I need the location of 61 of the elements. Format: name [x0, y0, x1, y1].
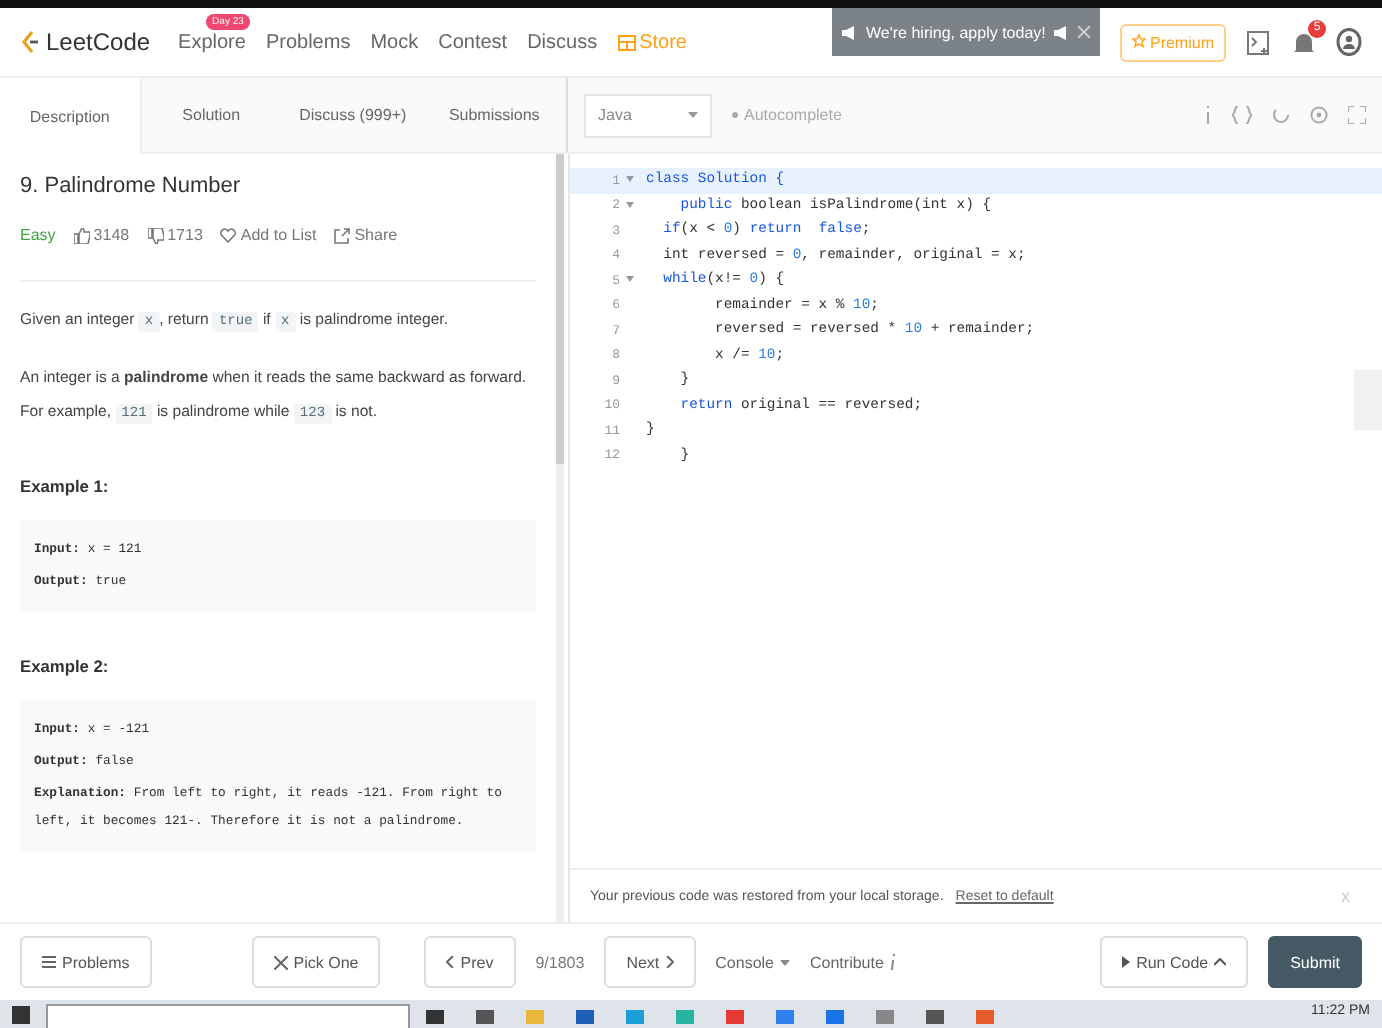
- caret-icon: [688, 112, 698, 118]
- submit-button[interactable]: Submit: [1268, 936, 1362, 988]
- chevron-right-icon: [665, 956, 674, 968]
- logo-icon: [20, 30, 40, 54]
- heart-icon: [220, 227, 237, 243]
- megaphone-icon: [842, 25, 858, 39]
- next-button[interactable]: Next: [604, 936, 696, 988]
- dislike-button[interactable]: 1713: [147, 226, 203, 244]
- language-select[interactable]: Java: [584, 93, 712, 137]
- caret-icon: [780, 959, 790, 965]
- shuffle-icon: [273, 955, 288, 969]
- nav-link[interactable]: Problems: [265, 31, 351, 53]
- tab[interactable]: Description: [0, 78, 142, 154]
- add-to-list-button[interactable]: Add to List: [220, 226, 317, 244]
- thumbs-down-icon: [147, 227, 164, 243]
- megaphone-icon: [1053, 25, 1070, 39]
- chevron-up-icon: [1214, 958, 1227, 966]
- nav-link[interactable]: Discuss: [527, 31, 598, 53]
- braces-icon[interactable]: [1232, 106, 1252, 124]
- bell-icon[interactable]: [1292, 29, 1316, 55]
- settings-icon[interactable]: [1310, 106, 1328, 124]
- reset-icon[interactable]: [1272, 106, 1290, 124]
- problem-title: 9. Palindrome Number: [20, 174, 243, 198]
- pick-one-button[interactable]: Pick One: [251, 936, 381, 988]
- menu-icon: [42, 956, 56, 968]
- nav-link[interactable]: Mock: [370, 31, 419, 53]
- like-button[interactable]: 3148: [73, 226, 130, 244]
- tab[interactable]: Discuss (999+): [283, 78, 425, 152]
- share-icon: [334, 227, 351, 243]
- tab[interactable]: Submissions: [424, 78, 566, 152]
- nav-link[interactable]: Contest: [438, 31, 508, 53]
- problem-position: 9/1803: [535, 953, 585, 971]
- difficulty-label: Easy: [20, 226, 56, 244]
- example-heading: Example 1:: [20, 476, 111, 496]
- star-icon: [1131, 33, 1146, 47]
- close-icon: [1077, 26, 1090, 38]
- nav-link[interactable]: Explore: [178, 31, 246, 53]
- thumbs-up-icon: [73, 227, 90, 243]
- example-heading: Example 2:: [20, 656, 111, 676]
- store-icon: [617, 33, 636, 51]
- start-icon[interactable]: [12, 1005, 30, 1023]
- info-icon[interactable]: [1204, 106, 1212, 124]
- chevron-left-icon: [446, 956, 455, 968]
- dot-icon: [732, 112, 738, 118]
- fullscreen-icon[interactable]: [1348, 106, 1366, 124]
- console-button[interactable]: Console: [715, 953, 790, 971]
- tab[interactable]: Solution: [141, 78, 283, 152]
- prev-button[interactable]: Prev: [424, 936, 516, 988]
- banner-text: We're hiring, apply today!: [866, 23, 1046, 41]
- contribute-link[interactable]: Contribute: [810, 953, 896, 971]
- taskbar-search-field[interactable]: [46, 1004, 410, 1028]
- scrollbar-thumb[interactable]: [556, 154, 564, 464]
- logo[interactable]: LeetCode: [20, 28, 151, 56]
- problems-button[interactable]: Problems: [20, 936, 152, 988]
- play-icon: [1122, 956, 1131, 968]
- terminal-icon[interactable]: [1246, 29, 1272, 55]
- info-icon: [889, 954, 896, 970]
- share-button[interactable]: Share: [334, 226, 398, 244]
- hiring-banner[interactable]: We're hiring, apply today!: [832, 8, 1100, 56]
- run-code-button[interactable]: Run Code: [1100, 936, 1249, 988]
- user-icon[interactable]: [1336, 28, 1362, 56]
